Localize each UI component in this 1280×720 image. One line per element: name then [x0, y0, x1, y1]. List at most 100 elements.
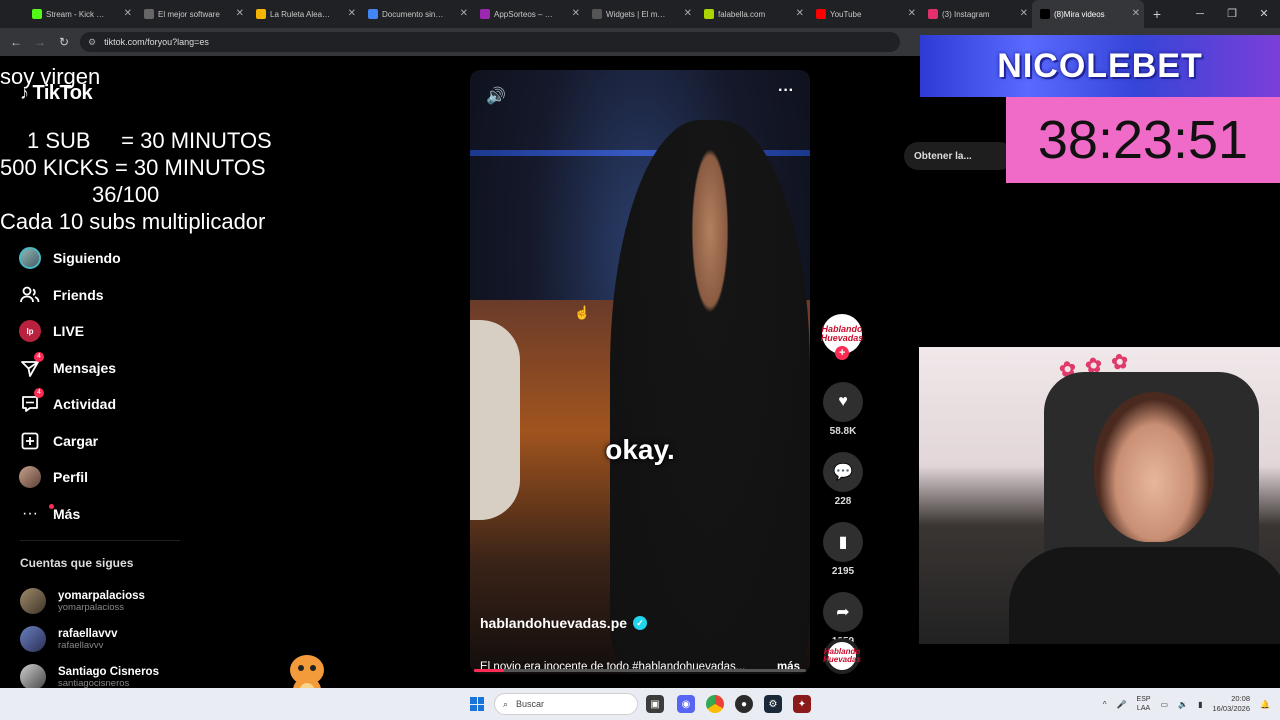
browser-tab[interactable]: (3) Instagram ✕ [920, 0, 1032, 28]
nav-label: LIVE [53, 323, 85, 340]
tab-close-icon[interactable]: ✕ [572, 8, 580, 19]
overlay-sub-rule: 1 SUB = 30 MINUTOS [27, 128, 272, 153]
nav-label: Cargar [53, 432, 99, 449]
tab-close-icon[interactable]: ✕ [236, 8, 244, 19]
following-handle: yomarpalacioss [58, 601, 124, 613]
heart-icon[interactable]: ♥ [823, 382, 863, 422]
following-name: rafaellavvv [58, 627, 118, 640]
reload-icon[interactable]: ↻ [52, 35, 76, 49]
tab-close-icon[interactable]: ✕ [796, 8, 804, 19]
browser-tab[interactable]: La Ruleta Aleatoria ✕ [248, 0, 360, 28]
windows-taskbar: ⌕ Buscar ▣ ◉ ● ⚙ ✦ ^ 🎤 ESP LAA ▭ 🔉 ▮ 20:… [0, 688, 1280, 720]
get-app-button[interactable]: Obtener la... [904, 142, 1014, 170]
browser-tab[interactable]: AppSorteos – La M ✕ [472, 0, 584, 28]
tab-close-icon[interactable]: ✕ [124, 8, 132, 19]
restore-icon[interactable]: ❐ [1216, 0, 1248, 28]
follow-plus-icon[interactable]: + [835, 346, 849, 360]
nav-item-actividad[interactable]: 4 Actividad [16, 386, 216, 423]
following-name: Santiago Cisneros [58, 665, 159, 678]
network-icon[interactable]: ▭ [1161, 700, 1169, 709]
tab-close-icon[interactable]: ✕ [348, 8, 356, 19]
bookmark-icon[interactable]: ▮ [823, 522, 863, 562]
close-icon[interactable]: ✕ [1248, 0, 1280, 28]
nav-item-siguiendo[interactable]: Siguiendo [16, 240, 216, 277]
browser-tab[interactable]: Documento sin título ✕ [360, 0, 472, 28]
more-options-icon[interactable]: ··· [778, 82, 794, 100]
video-person [610, 120, 810, 674]
task-view-icon[interactable]: ▣ [646, 695, 664, 713]
volume-icon[interactable]: 🔉 [1178, 700, 1188, 709]
tab-favicon-icon [1040, 9, 1050, 19]
nav-item-cargar[interactable]: Cargar [16, 423, 216, 460]
new-tab-button[interactable]: + [1144, 6, 1170, 22]
overlay-virgen-text: soy virgen [0, 64, 101, 89]
share-icon[interactable]: ➦ [823, 592, 863, 632]
following-handle: santiagocisneros [58, 677, 130, 689]
tab-favicon-icon [480, 9, 490, 19]
battery-icon[interactable]: ▮ [1198, 700, 1202, 709]
nav-label: Mensajes [53, 359, 117, 376]
browser-tab[interactable]: El mejor software ✕ [136, 0, 248, 28]
video-player[interactable]: okay. 🔊 ··· hablandohuevadas.pe ✓ El nov… [470, 70, 810, 674]
browser-tab[interactable]: (8)Mira videos ✕ [1032, 0, 1144, 28]
nicolebet-banner: NICOLEBET [920, 35, 1280, 97]
notification-icon[interactable]: 🔔 [1260, 700, 1270, 709]
tab-close-icon[interactable]: ✕ [1020, 8, 1028, 19]
tab-close-icon[interactable]: ✕ [1132, 8, 1140, 19]
volume-icon[interactable]: 🔊 [486, 86, 506, 106]
lang-top: ESP [1136, 696, 1151, 703]
nav-label: Perfil [53, 469, 89, 486]
webcam-person [1094, 392, 1214, 542]
more-icon: ··· [22, 504, 38, 522]
avatar [20, 664, 46, 690]
following-item[interactable]: rafaellavvv rafaellavvv [20, 620, 220, 658]
following-item[interactable]: yomarpalacioss yomarpalacioss [20, 582, 220, 620]
site-info-icon[interactable]: ⚙ [88, 37, 96, 48]
mouse-cursor-icon: ☝ [574, 305, 591, 320]
tab-close-icon[interactable]: ✕ [684, 8, 692, 19]
like-count: 58.8K [829, 426, 857, 437]
tab-label: (8)Mira videos [1054, 9, 1105, 19]
nav-label: Siguiendo [53, 250, 121, 267]
tab-close-icon[interactable]: ✕ [460, 8, 468, 19]
nav-label: Actividad [53, 396, 117, 413]
browser-tab[interactable]: falabella.com ✕ [696, 0, 808, 28]
steam-icon[interactable]: ⚙ [764, 695, 782, 713]
video-figure [470, 320, 520, 520]
tab-favicon-icon [144, 9, 154, 19]
url-input[interactable]: ⚙ tiktok.com/foryou?lang=es [80, 32, 900, 52]
minimize-icon[interactable]: ─ [1184, 0, 1216, 28]
taskbar-search[interactable]: ⌕ Buscar [494, 693, 638, 715]
forward-arrow-icon[interactable]: → [28, 35, 52, 49]
action-rail: Hablando Huevadas + ♥ 58.8K 💬 228 ▮ 2195… [821, 314, 864, 647]
windows-start-icon[interactable] [470, 697, 484, 711]
language-indicator[interactable]: ESP LAA [1137, 695, 1151, 713]
get-app-label: Obtener la... [914, 150, 972, 162]
nav-item-perfil[interactable]: Perfil [16, 459, 216, 496]
chevron-up-icon[interactable]: ^ [1103, 700, 1107, 709]
discord-icon[interactable]: ◉ [677, 695, 695, 713]
lang-bottom: LAA [1136, 705, 1151, 712]
video-progress-bar[interactable] [474, 669, 806, 672]
back-arrow-icon[interactable]: ← [4, 35, 28, 49]
clock[interactable]: 20:08 16/03/2026 [1212, 694, 1250, 714]
tab-close-icon[interactable]: ✕ [908, 8, 916, 19]
browser-tab[interactable]: Stream - Kick Dash ✕ [24, 0, 136, 28]
chrome-icon[interactable] [706, 695, 724, 713]
comment-icon[interactable]: 💬 [823, 452, 863, 492]
video-author[interactable]: hablandohuevadas.pe ✓ [480, 615, 648, 631]
nav-item-live[interactable]: lp LIVE [16, 313, 216, 350]
disc-text: Hablando Huevadas [823, 647, 861, 664]
obs-icon[interactable]: ● [735, 695, 753, 713]
music-disc-icon[interactable]: Hablando Huevadas [823, 638, 861, 674]
browser-tab[interactable]: YouTube ✕ [808, 0, 920, 28]
nav-item-mensajes[interactable]: 4 Mensajes [16, 350, 216, 387]
system-tray: ^ 🎤 ESP LAA ▭ 🔉 ▮ 20:08 16/03/2026 🔔 [1103, 688, 1270, 720]
tab-favicon-icon [368, 9, 378, 19]
microphone-icon[interactable]: 🎤 [1117, 700, 1127, 709]
browser-tab[interactable]: Widgets | El mejor ✕ [584, 0, 696, 28]
nav-item-mas[interactable]: ··· Más [16, 496, 216, 533]
creator-avatar[interactable]: Hablando Huevadas + [821, 314, 863, 360]
nav-item-friends[interactable]: Friends [16, 277, 216, 314]
app-icon[interactable]: ✦ [793, 695, 811, 713]
